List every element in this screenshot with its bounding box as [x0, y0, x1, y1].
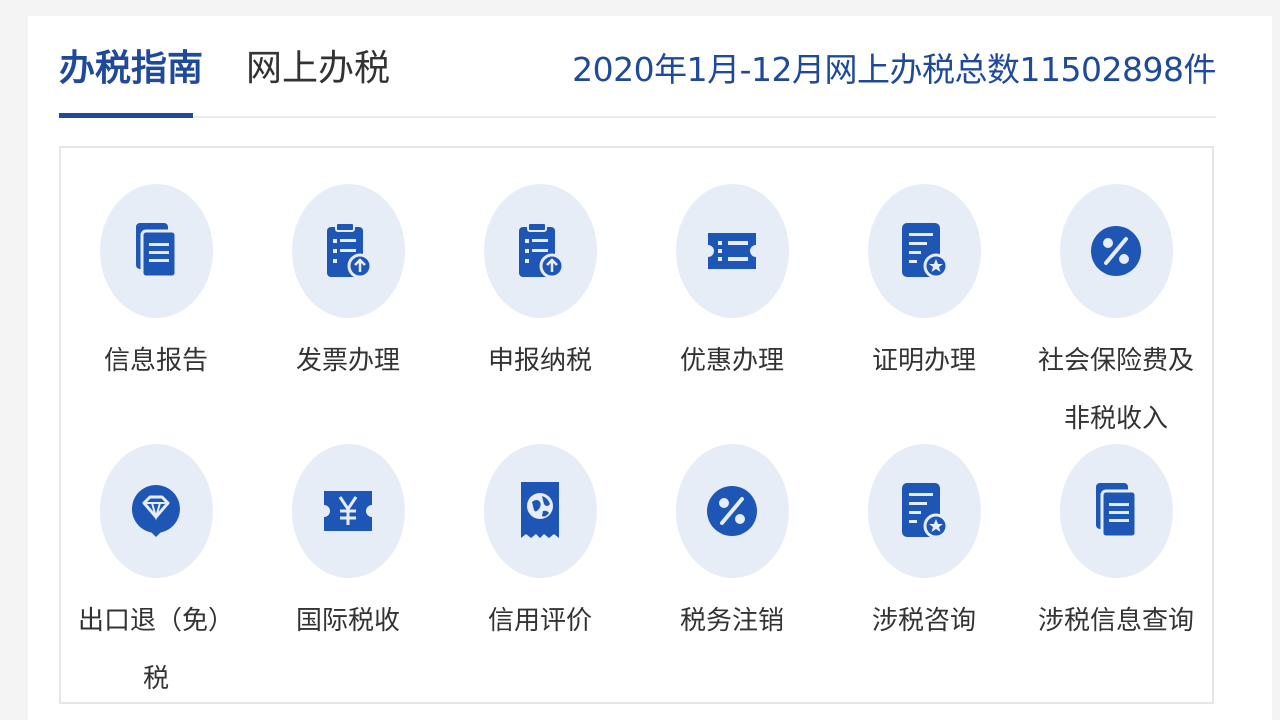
service-label: 发票办理	[295, 346, 400, 376]
service-credit-rating[interactable]: 信用评价	[455, 444, 625, 650]
document-stack-icon	[1096, 483, 1138, 539]
service-certificate[interactable]: 证明办理	[839, 184, 1009, 390]
service-label: 信息报告	[103, 346, 208, 376]
service-label: 国际税收	[295, 606, 400, 636]
page-edge	[1272, 0, 1280, 720]
service-label: 优惠办理	[679, 346, 784, 376]
service-icon-circle	[675, 184, 789, 318]
service-icon-circle	[99, 444, 213, 578]
service-label: 信用评价	[487, 606, 592, 636]
service-label: 出口退（免）税	[77, 606, 234, 694]
active-tab-indicator	[59, 113, 193, 118]
tab-online-tax[interactable]: 网上办税	[246, 42, 390, 96]
service-icon-circle	[483, 184, 597, 318]
service-label: 申报纳税	[487, 346, 592, 376]
service-icon-circle	[675, 444, 789, 578]
service-icon-circle	[867, 184, 981, 318]
service-declare-tax[interactable]: 申报纳税	[455, 184, 625, 390]
service-export-refund[interactable]: 出口退（免）税	[71, 444, 241, 708]
service-international-tax[interactable]: 国际税收	[263, 444, 433, 650]
yen-ticket-icon	[324, 491, 372, 531]
service-icon-circle	[1059, 444, 1173, 578]
online-tax-total: 2020年1月-12月网上办税总数11502898件	[572, 50, 1216, 89]
service-icon-circle	[1059, 184, 1173, 318]
ticket-icon	[708, 233, 756, 269]
service-preferential[interactable]: 优惠办理	[647, 184, 817, 390]
service-info-report[interactable]: 信息报告	[71, 184, 241, 390]
document-stack-icon	[136, 223, 178, 279]
service-tax-info-query[interactable]: 涉税信息查询	[1031, 444, 1201, 650]
service-icon-circle	[867, 444, 981, 578]
percent-icon	[1091, 226, 1141, 276]
clipboard-upload-icon	[519, 222, 565, 279]
service-icon-circle	[291, 184, 405, 318]
service-icon-circle	[483, 444, 597, 578]
diamond-badge-icon	[131, 485, 180, 537]
globe-receipt-icon	[521, 482, 559, 538]
service-social-insurance[interactable]: 社会保险费及非税收入	[1031, 184, 1201, 448]
service-label: 涉税咨询	[871, 606, 976, 636]
service-label: 涉税信息查询	[1037, 606, 1194, 636]
service-tax-deregistration[interactable]: 税务注销	[647, 444, 817, 650]
service-icon-circle	[99, 184, 213, 318]
service-tax-consulting[interactable]: 涉税咨询	[839, 444, 1009, 650]
certificate-star-icon	[902, 223, 949, 279]
service-icon-circle	[291, 444, 405, 578]
tab-tax-guide[interactable]: 办税指南	[59, 42, 203, 96]
tab-divider	[59, 116, 1216, 118]
services-panel: 信息报告 发票办理 申报纳税 优惠办理 证明办理 社会保险费及非税收入 出口退（…	[59, 146, 1214, 704]
service-label: 税务注销	[679, 606, 784, 636]
percent-icon	[707, 486, 757, 536]
certificate-star-icon	[902, 483, 949, 539]
service-label: 社会保险费及非税收入	[1037, 346, 1194, 434]
service-label: 证明办理	[871, 346, 976, 376]
service-invoice[interactable]: 发票办理	[263, 184, 433, 390]
clipboard-upload-icon	[327, 222, 373, 279]
